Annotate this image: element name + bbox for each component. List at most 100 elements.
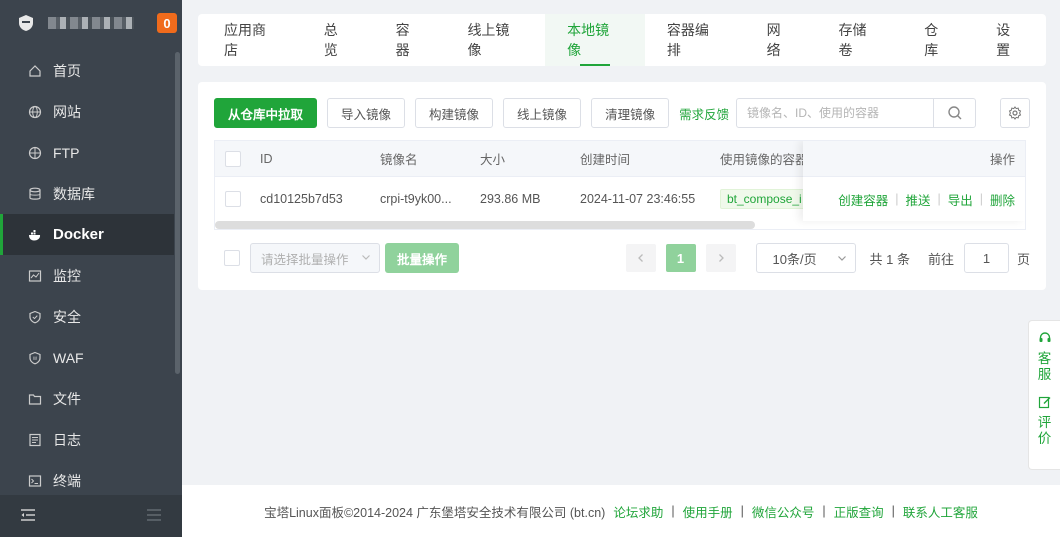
tab-online-images[interactable]: 线上镜像 [445,14,545,66]
sidebar-item-monitor[interactable]: 监控 [0,255,174,296]
sidebar-item-label: 首页 [53,62,81,79]
clean-images-button[interactable]: 清理镜像 [591,98,670,128]
folder-icon [28,392,42,406]
sidebar-item-website[interactable]: 网站 [0,91,174,132]
sidebar-item-logs[interactable]: 日志 [0,419,174,460]
tab-volumes[interactable]: 存储卷 [816,14,902,66]
image-created: 2024-11-07 23:46:55 [580,192,696,206]
footer-link-manual[interactable]: 使用手册 [683,502,733,521]
footer-link-human-support[interactable]: 联系人工客服 [903,502,978,521]
shield-icon [28,310,42,324]
import-image-button[interactable]: 导入镜像 [327,98,406,128]
notice-badge[interactable]: 0 [157,13,177,33]
action-separator: | [937,192,941,206]
build-image-button[interactable]: 构建镜像 [415,98,494,128]
sidebar-item-ftp[interactable]: FTP [0,132,174,173]
col-name[interactable]: 镜像名 [380,141,418,176]
sidebar-scrollbar[interactable] [175,52,180,374]
tab-network[interactable]: 网络 [745,14,817,66]
page-number-current[interactable]: 1 [665,244,696,272]
feedback-link[interactable]: 需求反馈 [679,104,729,123]
footer-separator: | [671,504,675,518]
page-unit-label: 页 [1016,251,1030,267]
search-icon[interactable] [933,99,975,127]
ops-column: 操作 创建容器 | 推送 | 导出 | 删除 [803,141,1025,221]
next-page-button[interactable] [705,244,736,272]
batch-action-button[interactable]: 批量操作 [385,243,460,273]
gear-icon[interactable] [1000,98,1030,128]
search-input[interactable] [737,99,933,127]
col-size[interactable]: 大小 [480,141,505,176]
sidebar-item-label: 文件 [53,390,81,407]
pull-from-registry-button[interactable]: 从仓库中拉取 [214,98,318,128]
sidebar-item-waf[interactable]: W WAF [0,337,174,378]
push-link[interactable]: 推送 [905,190,930,209]
batch-action-select[interactable]: 请选择批量操作 [250,243,380,273]
footer-link-license[interactable]: 正版查询 [834,502,884,521]
tab-compose[interactable]: 容器编排 [645,14,745,66]
delete-link[interactable]: 删除 [990,190,1015,209]
sidebar-item-database[interactable]: 数据库 [0,173,174,214]
tab-settings[interactable]: 设置 [974,14,1046,66]
image-id: cd10125b7d53 [260,192,343,206]
sidebar-item-home[interactable]: 首页 [0,50,174,91]
tab-app-store[interactable]: 应用商店 [202,14,302,66]
action-separator: | [979,192,983,206]
create-container-link[interactable]: 创建容器 [838,190,888,209]
bt-logo-icon[interactable] [16,13,36,33]
headset-icon [1038,331,1052,348]
chevron-down-icon [837,251,847,266]
docker-icon [28,228,42,242]
tab-registry[interactable]: 仓库 [902,14,974,66]
sidebar-item-label: 监控 [53,267,81,284]
row-checkbox[interactable] [225,177,241,221]
footer-link-wechat[interactable]: 微信公众号 [752,502,815,521]
review-button[interactable]: 评价 [1038,395,1052,447]
select-all-checkbox[interactable] [225,141,241,176]
customer-service-button[interactable]: 客服 [1038,331,1052,383]
page-size-select[interactable]: 10条/页 [755,243,856,273]
sidebar-item-label: 安全 [53,308,81,325]
batch-select-checkbox[interactable] [224,250,240,266]
prev-page-button[interactable] [625,244,656,272]
action-separator: | [895,192,899,206]
docker-tabs: 应用商店 总览 容器 线上镜像 本地镜像 容器编排 网络 存储卷 仓库 设置 [198,14,1046,66]
sidebar-item-docker[interactable]: Docker [0,214,174,255]
image-name: crpi-t9yk00... [380,192,452,206]
edit-icon [1038,395,1052,412]
tab-overview[interactable]: 总览 [302,14,374,66]
used-by-container[interactable]: bt_compose_i [720,177,809,221]
sidebar: 0 首页 网站 FTP 数据库 Docker 监控 安全 W WAF 文件 日志… [0,0,182,537]
server-name-blurred [48,17,134,29]
copyright-text: 宝塔Linux面板©2014-2024 广东堡塔安全技术有限公司 (bt.cn) [264,505,606,520]
float-service-panel: 客服 评价 [1028,320,1060,470]
local-images-panel: 从仓库中拉取 导入镜像 构建镜像 线上镜像 清理镜像 需求反馈 ID 镜像名 大… [198,82,1046,290]
sidebar-item-label: FTP [53,144,80,161]
tab-local-images[interactable]: 本地镜像 [545,14,645,66]
col-created[interactable]: 创建时间 [580,141,630,176]
image-table: ID 镜像名 大小 创建时间 使用镜像的容器 cd10125b7d53 crpi… [214,140,1026,230]
batch-select-placeholder: 请选择批量操作 [261,252,349,267]
sidebar-item-files[interactable]: 文件 [0,378,174,419]
list-menu-icon[interactable] [146,508,162,525]
page-footer: 宝塔Linux面板©2014-2024 广东堡塔安全技术有限公司 (bt.cn)… [182,485,1060,537]
footer-link-forum[interactable]: 论坛求助 [613,502,663,521]
table-horizontal-scrollbar[interactable] [215,221,755,229]
ftp-globe-icon [28,146,42,160]
sidebar-bottom-bar [0,495,182,537]
database-icon [28,187,42,201]
sidebar-item-label: Docker [53,226,104,243]
footer-separator: | [822,504,826,518]
online-image-button[interactable]: 线上镜像 [503,98,582,128]
review-label: 评价 [1037,415,1052,446]
image-search [736,98,976,128]
tab-containers[interactable]: 容器 [374,14,446,66]
export-link[interactable]: 导出 [948,190,973,209]
col-ops: 操作 [803,141,1025,177]
sidebar-item-security[interactable]: 安全 [0,296,174,337]
col-id[interactable]: ID [260,141,273,176]
goto-page-input[interactable] [963,243,1009,273]
collapse-menu-icon[interactable] [20,508,36,525]
footer-separator: | [891,504,895,518]
footer-separator: | [740,504,744,518]
